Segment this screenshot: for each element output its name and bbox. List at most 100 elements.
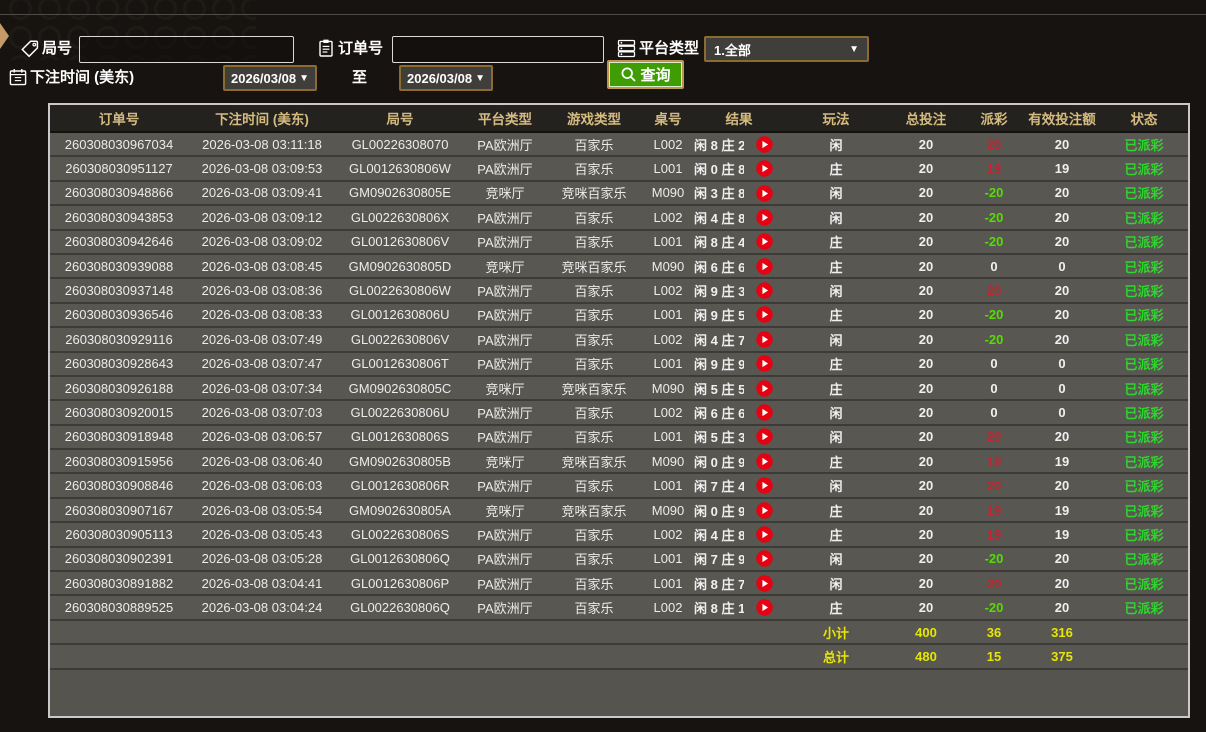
cell-order: 260308030948866 [50, 180, 188, 207]
cell-time: 2026-03-08 03:04:41 [188, 571, 336, 597]
cell-result: 闲 8 庄 1 [694, 595, 744, 621]
cell-valid-bet: 19 [1024, 156, 1100, 182]
cell-game: 百家乐 [546, 205, 642, 231]
cell-payout: -20 [964, 546, 1024, 573]
play-icon[interactable] [755, 477, 773, 494]
summary-label: 总计 [784, 644, 888, 670]
cell-payout: 19 [964, 449, 1024, 475]
table-row: 260308030905113 2026-03-08 03:05:43 GL0022… [50, 522, 1188, 548]
play-icon[interactable] [755, 575, 773, 592]
play-icon[interactable] [755, 184, 773, 202]
cell-status: 已派彩 [1100, 302, 1188, 329]
table-row: 260308030939088 2026-03-08 03:08:45 GM0902… [50, 253, 1188, 280]
play-icon[interactable] [755, 257, 773, 275]
date-from-picker[interactable]: 2026/03/08 ▼ [223, 65, 317, 91]
round-no-input[interactable] [79, 36, 294, 63]
table-row: 260308030915956 2026-03-08 03:06:40 GM0902… [50, 449, 1188, 475]
cell-payout: 20 [964, 473, 1024, 499]
platform-type-select[interactable]: 1.全部 ▼ [704, 36, 869, 62]
cell-result: 闲 0 庄 9 [694, 449, 744, 475]
subtotal-row: 小计 400 36 316 [50, 619, 1188, 646]
cell-play: 闲 [784, 132, 888, 158]
cell-table-no: L001 [642, 571, 694, 597]
cell-payout: 0 [964, 375, 1024, 402]
cell-play: 闲 [784, 424, 888, 451]
cell-platform: PA欧洲厅 [464, 424, 546, 451]
summary-total-bet: 480 [888, 644, 964, 670]
cell-game: 百家乐 [546, 302, 642, 329]
play-icon[interactable] [755, 404, 773, 421]
cell-payout: -20 [964, 327, 1024, 353]
play-icon[interactable] [755, 136, 773, 153]
cell-total-bet: 20 [888, 497, 964, 524]
round-no-label: 局号 [42, 40, 73, 57]
cell-video [744, 497, 784, 524]
to-label: 至 [352, 69, 368, 86]
cell-result: 闲 9 庄 5 [694, 302, 744, 329]
cell-status: 已派彩 [1100, 132, 1188, 158]
play-icon[interactable] [755, 526, 773, 543]
bet-time-label: 下注时间 (美东) [30, 69, 135, 86]
cell-time: 2026-03-08 03:08:45 [188, 253, 336, 280]
cell-valid-bet: 20 [1024, 302, 1100, 329]
cell-game: 竞咪百家乐 [546, 449, 642, 475]
cell-total-bet: 20 [888, 595, 964, 621]
cell-total-bet: 20 [888, 327, 964, 353]
cell-platform: PA欧洲厅 [464, 205, 546, 231]
cell-video [744, 278, 784, 304]
cell-result: 闲 3 庄 8 [694, 180, 744, 207]
cell-result: 闲 9 庄 9 [694, 351, 744, 377]
play-icon[interactable] [755, 599, 773, 616]
query-button[interactable]: 查询 [607, 60, 684, 89]
cell-result: 闲 4 庄 8 [694, 205, 744, 231]
cell-platform: 竞咪厅 [464, 253, 546, 280]
column-header-time: 下注时间 (美东) [188, 105, 336, 133]
cell-play: 庄 [784, 351, 888, 377]
play-icon[interactable] [755, 331, 773, 348]
order-no-input[interactable] [392, 36, 604, 63]
clipboard-icon [316, 38, 336, 58]
cell-video [744, 400, 784, 426]
cell-platform: PA欧洲厅 [464, 229, 546, 255]
cell-time: 2026-03-08 03:07:03 [188, 400, 336, 426]
summary-status-empty [1100, 619, 1188, 646]
cell-time: 2026-03-08 03:09:53 [188, 156, 336, 182]
play-icon[interactable] [755, 453, 773, 470]
cell-platform: PA欧洲厅 [464, 351, 546, 377]
play-icon[interactable] [755, 428, 773, 446]
cell-platform: PA欧洲厅 [464, 571, 546, 597]
cell-game: 百家乐 [546, 400, 642, 426]
cell-time: 2026-03-08 03:08:33 [188, 302, 336, 329]
filter-bar: 局号 订单号 平台类型 1.全部 ▼ 下注时间 (美东) 2026/03/08 … [0, 14, 1206, 104]
cell-video [744, 522, 784, 548]
cell-game: 百家乐 [546, 522, 642, 548]
cell-game: 百家乐 [546, 327, 642, 353]
play-icon[interactable] [755, 233, 773, 250]
cell-round: GL0022630806Q [336, 595, 464, 621]
play-icon[interactable] [755, 379, 773, 397]
cell-valid-bet: 20 [1024, 278, 1100, 304]
play-icon[interactable] [755, 306, 773, 324]
cell-status: 已派彩 [1100, 375, 1188, 402]
cell-table-no: M090 [642, 497, 694, 524]
play-icon[interactable] [755, 209, 773, 226]
play-icon[interactable] [755, 501, 773, 519]
cell-result: 闲 5 庄 3 [694, 424, 744, 451]
play-icon[interactable] [755, 160, 773, 177]
cell-valid-bet: 0 [1024, 253, 1100, 280]
play-icon[interactable] [755, 355, 773, 372]
cell-status: 已派彩 [1100, 449, 1188, 475]
play-icon[interactable] [755, 550, 773, 568]
cell-valid-bet: 20 [1024, 327, 1100, 353]
cell-order: 260308030943853 [50, 205, 188, 231]
cell-game: 百家乐 [546, 132, 642, 158]
cell-payout: -20 [964, 595, 1024, 621]
cell-order: 260308030918948 [50, 424, 188, 451]
cell-time: 2026-03-08 03:07:49 [188, 327, 336, 353]
cell-table-no: L002 [642, 132, 694, 158]
cell-round: GM0902630805C [336, 375, 464, 402]
date-to-picker[interactable]: 2026/03/08 ▼ [399, 65, 493, 91]
play-icon[interactable] [755, 282, 773, 299]
cell-table-no: M090 [642, 375, 694, 402]
table-row: 260308030907167 2026-03-08 03:05:54 GM0902… [50, 497, 1188, 524]
